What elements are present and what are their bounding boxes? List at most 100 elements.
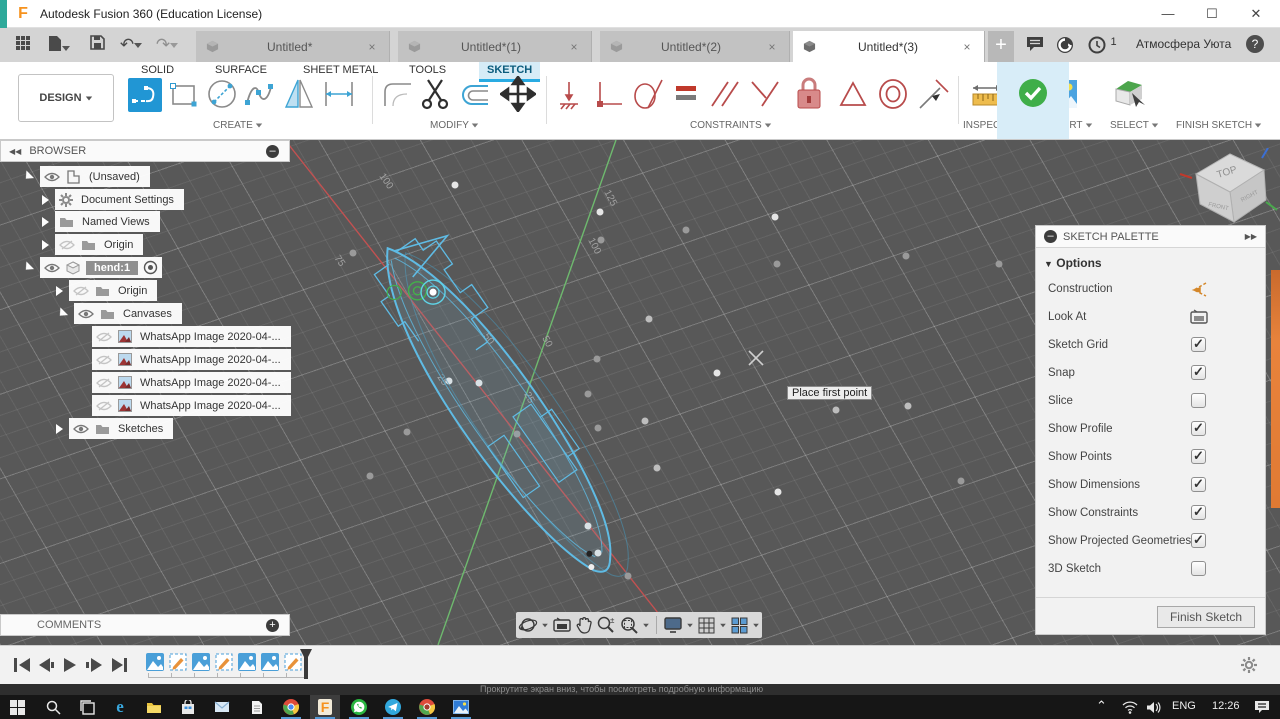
- timeline-playback-controls[interactable]: [12, 656, 130, 674]
- viewports-dropdown-icon[interactable]: [753, 623, 759, 627]
- doc-tab-untitled-2[interactable]: Untitled*(2) ×: [600, 31, 790, 62]
- eye-icon[interactable]: [78, 308, 94, 320]
- timeline-gear-icon[interactable]: [1240, 656, 1258, 674]
- activate-radio-icon[interactable]: [143, 260, 158, 275]
- grid-settings-icon[interactable]: [697, 616, 716, 635]
- microsoft-store-icon[interactable]: [173, 695, 203, 719]
- chrome-icon[interactable]: [276, 695, 306, 719]
- concentric-constraint[interactable]: [876, 77, 910, 116]
- tree-item-canvas-image[interactable]: WhatsApp Image 2020-04-...: [92, 372, 291, 393]
- expand-palette-icon[interactable]: ▶▶: [1245, 232, 1257, 241]
- eye-icon[interactable]: [44, 262, 60, 274]
- eye-hidden-icon[interactable]: [73, 285, 89, 297]
- timeline-canvas-feature[interactable]: [261, 653, 279, 671]
- tree-item-sketches[interactable]: Sketches: [56, 418, 174, 439]
- ship-hull-sketch[interactable]: [353, 216, 665, 603]
- collapsed-arrow-icon[interactable]: [42, 194, 49, 205]
- timeline-canvas-feature[interactable]: [238, 653, 256, 671]
- trim-tool[interactable]: [420, 78, 450, 115]
- circle-tool[interactable]: [206, 78, 238, 115]
- snap-checkbox[interactable]: [1191, 364, 1206, 380]
- spline-tool[interactable]: [244, 80, 274, 113]
- tab-close-icon[interactable]: ×: [365, 40, 379, 54]
- look-at-icon[interactable]: [1189, 308, 1209, 326]
- zoom-window-icon[interactable]: [619, 615, 639, 635]
- eye-hidden-icon[interactable]: [96, 400, 112, 412]
- comment-icon[interactable]: [1026, 36, 1048, 54]
- expanded-arrow-icon[interactable]: [21, 170, 35, 183]
- collapsed-arrow-icon[interactable]: [56, 285, 63, 296]
- eye-hidden-icon[interactable]: [96, 331, 112, 343]
- slice-checkbox[interactable]: [1191, 393, 1206, 408]
- speaker-icon[interactable]: [1146, 701, 1162, 714]
- create-group-label[interactable]: CREATE: [213, 120, 263, 131]
- symmetry-constraint[interactable]: [838, 80, 868, 113]
- tab-close-icon[interactable]: ×: [567, 40, 581, 54]
- user-name[interactable]: Атмосфера Уюта: [1136, 37, 1231, 51]
- eye-icon[interactable]: [73, 423, 89, 435]
- tree-item-hend-component[interactable]: hend:1: [21, 257, 163, 278]
- 3d-sketch-checkbox[interactable]: [1191, 561, 1206, 576]
- select-group-label[interactable]: SELECT: [1110, 120, 1159, 131]
- ribbon-tab-tools[interactable]: TOOLS: [401, 62, 454, 79]
- comments-bar[interactable]: COMMENTS +: [0, 614, 290, 636]
- ribbon-tab-surface[interactable]: SURFACE: [207, 62, 275, 79]
- close-button[interactable]: ✕: [1234, 0, 1278, 28]
- help-icon[interactable]: ?: [1246, 35, 1264, 53]
- move-tool[interactable]: [498, 74, 538, 117]
- sketch-grid-checkbox[interactable]: [1191, 336, 1206, 352]
- display-dropdown-icon[interactable]: [687, 623, 693, 627]
- grid-dropdown-icon[interactable]: [720, 623, 726, 627]
- action-center-icon[interactable]: [1254, 700, 1270, 714]
- line-tool-active[interactable]: [128, 78, 162, 117]
- parallel-constraint[interactable]: [710, 78, 740, 115]
- construction-line-icon[interactable]: [1188, 279, 1210, 301]
- file-menu-button[interactable]: [44, 35, 74, 55]
- timeline-sketch-feature[interactable]: [169, 653, 187, 671]
- collapse-tree-icon[interactable]: –: [266, 144, 279, 158]
- redo-button[interactable]: ↷: [152, 35, 182, 55]
- timeline-position-marker[interactable]: [299, 648, 313, 682]
- expand-comments-icon[interactable]: +: [266, 618, 279, 632]
- tree-item-origin-child[interactable]: Origin: [56, 280, 158, 301]
- timeline-sketch-feature[interactable]: [215, 653, 233, 671]
- eye-hidden-icon[interactable]: [96, 377, 112, 389]
- tray-chevron-icon[interactable]: ⌃: [1096, 698, 1107, 714]
- select-tool[interactable]: [1112, 77, 1146, 116]
- workspace-switcher[interactable]: DESIGN: [18, 74, 114, 122]
- tree-item-document[interactable]: (Unsaved): [21, 166, 150, 187]
- equal-constraint[interactable]: [674, 84, 698, 107]
- collapse-palette-icon[interactable]: –: [1044, 230, 1057, 243]
- eye-hidden-icon[interactable]: [96, 354, 112, 366]
- tree-item-origin[interactable]: Origin: [42, 234, 144, 255]
- tree-item-canvas-image[interactable]: WhatsApp Image 2020-04-...: [92, 349, 291, 370]
- tab-close-icon[interactable]: ×: [765, 40, 779, 54]
- expanded-arrow-icon[interactable]: [21, 261, 35, 274]
- edge-icon[interactable]: e: [105, 695, 135, 719]
- new-tab-button[interactable]: +: [988, 31, 1014, 62]
- sketch-palette-header[interactable]: – SKETCH PALETTE ▶▶: [1036, 226, 1265, 248]
- show-profile-checkbox[interactable]: [1191, 420, 1206, 436]
- tree-item-canvas-image[interactable]: WhatsApp Image 2020-04-...: [92, 395, 291, 416]
- expanded-arrow-icon[interactable]: [55, 307, 69, 320]
- tree-item-canvases[interactable]: Canvases: [55, 303, 182, 324]
- doc-tab-untitled-1[interactable]: Untitled*(1) ×: [398, 31, 592, 62]
- language-indicator[interactable]: ENG: [1172, 700, 1196, 712]
- fix-constraint[interactable]: [794, 76, 824, 117]
- search-icon[interactable]: [38, 695, 68, 719]
- file-explorer-icon[interactable]: [139, 695, 169, 719]
- perpendicular-constraint[interactable]: [748, 78, 780, 115]
- tab-close-icon[interactable]: ×: [960, 40, 974, 54]
- minimize-button[interactable]: —: [1146, 0, 1190, 28]
- view-cube[interactable]: TOP FRONT RIGHT: [1178, 148, 1278, 232]
- look-at-icon[interactable]: [552, 616, 572, 634]
- doc-tab-untitled-3-active[interactable]: Untitled*(3) ×: [793, 31, 985, 62]
- constraints-group-label[interactable]: CONSTRAINTS: [690, 120, 772, 131]
- finish-sketch-palette-button[interactable]: Finish Sketch: [1156, 606, 1255, 628]
- fusion-360-taskbar-icon[interactable]: F: [310, 695, 340, 719]
- telegram-icon[interactable]: [378, 695, 408, 719]
- timeline-canvas-feature[interactable]: [146, 653, 164, 671]
- timeline-canvas-feature[interactable]: [192, 653, 210, 671]
- tree-item-canvas-image[interactable]: WhatsApp Image 2020-04-...: [92, 326, 291, 347]
- pan-icon[interactable]: [575, 616, 593, 635]
